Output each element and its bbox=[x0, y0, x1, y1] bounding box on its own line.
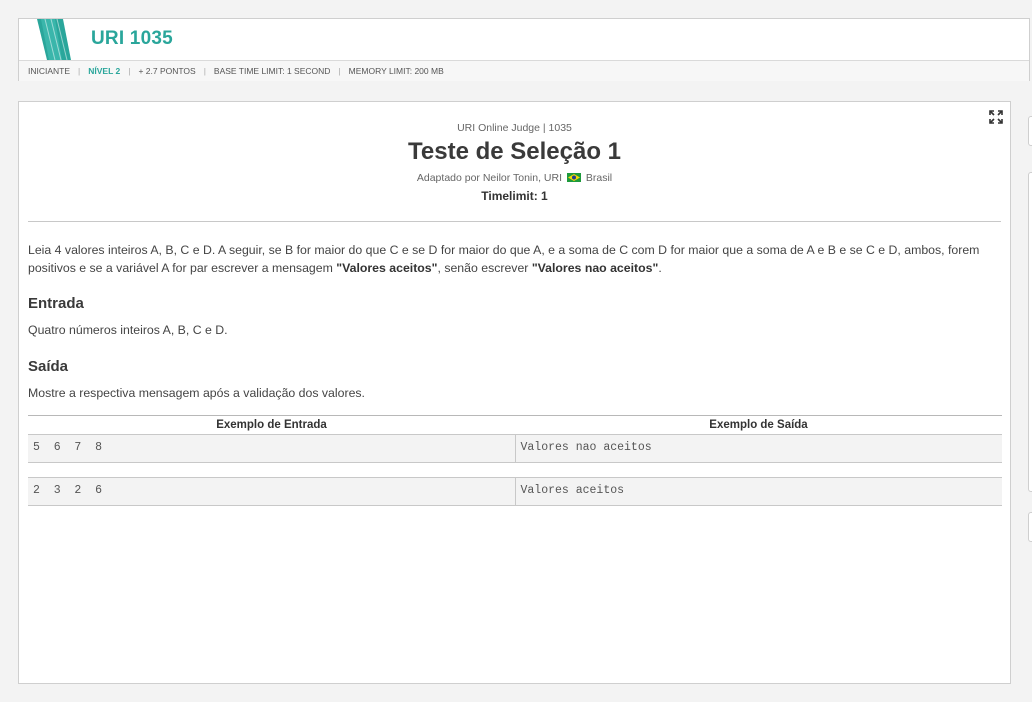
example-row: 2 3 2 6 Valores aceitos bbox=[28, 477, 1002, 506]
example-input-cell[interactable]: 2 3 2 6 bbox=[28, 478, 516, 505]
side-panel bbox=[1028, 172, 1032, 492]
problem-title: Teste de Seleção 1 bbox=[408, 138, 621, 165]
description-text: . bbox=[658, 261, 662, 275]
input-text: Quatro números inteiros A, B, C e D. bbox=[28, 323, 228, 337]
example-output-cell[interactable]: Valores nao aceitos bbox=[516, 435, 1003, 462]
country-text: Brasil bbox=[585, 172, 613, 184]
uri-logo-icon bbox=[37, 19, 97, 60]
separator: | bbox=[338, 66, 341, 76]
author-line: Adaptado por Neilor Tonin, URI Brasil bbox=[19, 172, 1010, 184]
time-limit-label: BASE TIME LIMIT: 1 SECOND bbox=[213, 66, 331, 76]
problem-code-title: URI 1035 bbox=[91, 28, 173, 49]
category-label[interactable]: INICIANTE bbox=[28, 66, 70, 76]
example-output-header: Exemplo de Saída bbox=[709, 419, 808, 431]
separator: | bbox=[128, 66, 131, 76]
problem-meta-bar: INICIANTE | NÍVEL 2 | + 2.7 PONTOS | BAS… bbox=[19, 61, 1029, 81]
examples-header: Exemplo de Entrada Exemplo de Saída bbox=[28, 416, 1002, 434]
example-input-header: Exemplo de Entrada bbox=[216, 419, 327, 431]
brazil-flag-icon bbox=[566, 173, 581, 182]
problem-statement-card: URI Online Judge | 1035 Teste de Seleção… bbox=[18, 101, 1011, 684]
input-heading: Entrada bbox=[28, 295, 84, 312]
separator: | bbox=[78, 66, 81, 76]
memory-limit-label: MEMORY LIMIT: 200 MB bbox=[348, 66, 444, 76]
example-input-cell[interactable]: 5 6 7 8 bbox=[28, 435, 516, 462]
side-panel-tab[interactable] bbox=[1028, 512, 1032, 542]
description-text: , senão escrever bbox=[437, 261, 532, 275]
side-panel-tab[interactable] bbox=[1028, 116, 1032, 146]
accepted-message: "Valores aceitos" bbox=[336, 261, 438, 275]
header-top: URI 1035 bbox=[19, 19, 1029, 61]
output-text: Mostre a respectiva mensagem após a vali… bbox=[28, 386, 365, 400]
points-label: + 2.7 PONTOS bbox=[138, 66, 196, 76]
separator: | bbox=[203, 66, 206, 76]
rejected-message: "Valores nao aceitos" bbox=[531, 261, 659, 275]
example-output-cell[interactable]: Valores aceitos bbox=[516, 478, 1003, 505]
output-heading: Saída bbox=[28, 358, 69, 375]
problem-description: Leia 4 valores inteiros A, B, C e D. A s… bbox=[28, 241, 1002, 277]
example-row: 5 6 7 8 Valores nao aceitos bbox=[28, 434, 1002, 463]
author-text: Adaptado por Neilor Tonin, URI bbox=[416, 172, 563, 184]
examples-table: Exemplo de Entrada Exemplo de Saída 5 6 … bbox=[28, 415, 1002, 506]
problem-header-card: URI 1035 INICIANTE | NÍVEL 2 | + 2.7 PON… bbox=[18, 18, 1030, 81]
level-label: NÍVEL 2 bbox=[88, 66, 121, 76]
divider bbox=[28, 221, 1001, 222]
timelimit-text: Timelimit: 1 bbox=[481, 189, 548, 203]
judge-line: URI Online Judge | 1035 bbox=[457, 122, 572, 134]
example-spacer bbox=[28, 463, 1002, 477]
